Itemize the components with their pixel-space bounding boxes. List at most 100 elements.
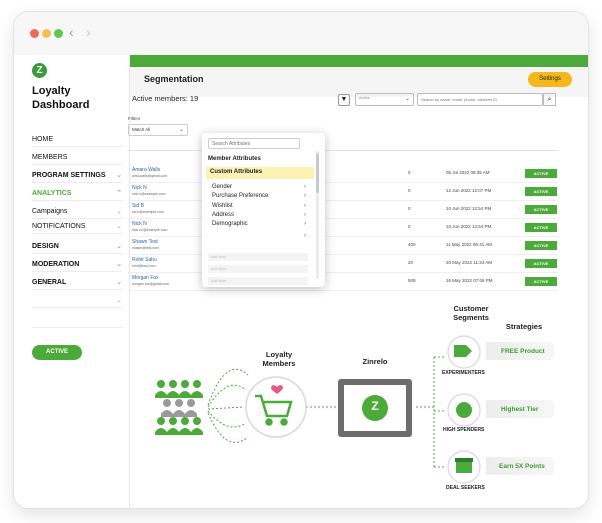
sidebar-item-more[interactable]: ⌄ bbox=[32, 293, 122, 308]
faint-option[interactable]: Add More bbox=[208, 253, 308, 261]
table-row[interactable]: Rohit Sahu rohit@test.com 20 20 May 2022… bbox=[128, 255, 558, 273]
status-badge: ACTIVE bbox=[525, 259, 557, 268]
attribute-option-label: Gender bbox=[212, 184, 233, 190]
chevron-down-icon: ⌄ bbox=[116, 172, 122, 179]
member-points: 0 bbox=[408, 188, 411, 193]
title-bar: ‹ › bbox=[14, 12, 588, 55]
faint-option[interactable]: Add More bbox=[208, 265, 308, 273]
sidebar-item-campaigns[interactable]: Campaigns ⌄ bbox=[32, 204, 122, 219]
member-date: 10 Jun 2022 12:54 PM bbox=[446, 224, 492, 229]
member-points: 20 bbox=[408, 260, 414, 265]
active-members-count: Active members: 19 bbox=[132, 94, 199, 103]
zinrelo-label: Zinrelo bbox=[362, 357, 388, 366]
faint-option[interactable]: Add More bbox=[208, 277, 308, 285]
attributes-dropdown: Member Attributes Custom Attributes Gend… bbox=[202, 133, 325, 287]
chevron-right-icon: › bbox=[304, 221, 306, 227]
attribute-option-label: Demographic bbox=[212, 221, 248, 227]
sidebar-item-program-settings[interactable]: PROGRAM SETTINGS ⌄ bbox=[32, 168, 122, 183]
member-points: 0 bbox=[408, 206, 411, 211]
member-search-input[interactable] bbox=[417, 93, 543, 106]
status-badge: ACTIVE bbox=[525, 277, 557, 286]
attribute-option-demographic[interactable]: Demographic › bbox=[212, 221, 306, 227]
sidebar-item-label: DESIGN bbox=[32, 243, 59, 250]
match-select-value: Match All bbox=[132, 127, 151, 132]
segmentation-diagram: Loyalty Members Zinrelo Z Customer Segme… bbox=[116, 295, 574, 496]
member-name[interactable]: Nick N bbox=[132, 221, 147, 227]
filter-icon[interactable]: ▼ bbox=[338, 94, 350, 106]
member-name[interactable]: Rohit Sahu bbox=[132, 257, 157, 263]
member-email: morgan.fox@gmail.com bbox=[132, 282, 170, 286]
sidebar-item-members[interactable]: MEMBERS bbox=[32, 150, 122, 165]
dollar-coin-icon bbox=[456, 402, 472, 418]
sidebar-item-analytics[interactable]: ANALYTICS ⌃ bbox=[32, 186, 122, 201]
settings-button[interactable]: Settings bbox=[528, 72, 572, 87]
member-email: shawn@test.com bbox=[132, 246, 159, 250]
maximize-window-button[interactable] bbox=[54, 29, 63, 38]
chevron-right-icon: › bbox=[304, 193, 306, 199]
sidebar-item-label: MODERATION bbox=[32, 261, 80, 268]
sidebar-divider bbox=[32, 327, 122, 328]
sidebar-item-label: GENERAL bbox=[32, 279, 67, 286]
sidebar-item-general[interactable]: GENERAL ⌄ bbox=[32, 275, 122, 290]
close-window-button[interactable] bbox=[30, 29, 39, 38]
member-name[interactable]: Nick N bbox=[132, 185, 147, 191]
match-select[interactable]: Match All ⌄ bbox=[128, 124, 188, 136]
page-title: Segmentation bbox=[144, 74, 204, 84]
table-header-divider bbox=[128, 150, 558, 151]
member-date: 16 May 2022 07:06 PM bbox=[446, 278, 493, 283]
custom-attributes-heading[interactable]: Custom Attributes bbox=[210, 169, 262, 175]
member-date: 11 May 2022 06:41 AM bbox=[446, 242, 492, 247]
sidebar: Z Loyalty Dashboard HOME MEMBERS PROGRAM… bbox=[14, 55, 130, 508]
minimize-window-button[interactable] bbox=[42, 29, 51, 38]
attribute-option-gender[interactable]: Gender › bbox=[212, 184, 306, 190]
member-date: 10 Jun 2022 12:54 PM bbox=[446, 206, 492, 211]
table-row[interactable]: Nick N nick.n@example.com 0 12 Jun 2022 … bbox=[128, 183, 558, 201]
sidebar-item-notifications[interactable]: NOTIFICATIONS ⌄ bbox=[32, 219, 122, 234]
attribute-option-purchase-preference[interactable]: Purchase Preference › bbox=[212, 193, 306, 199]
table-row[interactable]: Shawn Test shawn@test.com 400 11 May 202… bbox=[128, 237, 558, 255]
member-email: nick.n2@example.com bbox=[132, 228, 168, 232]
table-row[interactable]: Amara Walls ama.walls@gmail.com 0 05 Jul… bbox=[128, 165, 558, 183]
table-row[interactable]: Nick N nick.n2@example.com 0 10 Jun 2022… bbox=[128, 219, 558, 237]
member-name[interactable]: Morgan Fox bbox=[132, 275, 159, 281]
attribute-search-input[interactable] bbox=[208, 138, 300, 149]
chevron-down-icon: ⌄ bbox=[404, 96, 410, 102]
member-name[interactable]: Sid B bbox=[132, 203, 144, 209]
chevron-down-icon: ⌄ bbox=[116, 208, 122, 215]
segment-label-experimenters: EXPERIMENTERS bbox=[442, 370, 485, 376]
attribute-option-wishlist[interactable]: Wishlist › bbox=[212, 203, 306, 209]
strategies-label: Strategies bbox=[505, 322, 543, 331]
zinrelo-z-letter: Z bbox=[371, 399, 379, 413]
status-badge: ACTIVE bbox=[525, 223, 557, 232]
chevron-right-icon: › bbox=[304, 203, 306, 209]
dropdown-scrollbar-thumb[interactable] bbox=[316, 153, 319, 193]
strategy-earn-5x-points: Earn 5X Points bbox=[499, 463, 545, 470]
member-name[interactable]: Shawn Test bbox=[132, 239, 158, 245]
sidebar-item-moderation[interactable]: MODERATION ⌄ bbox=[32, 257, 122, 272]
strategy-highest-tier: Highest Tier bbox=[501, 406, 539, 413]
member-date: 05 Jul 2022 08:35 AM bbox=[446, 170, 490, 175]
search-icon[interactable]: ⌕ bbox=[543, 93, 556, 106]
table-row[interactable]: Morgan Fox morgan.fox@gmail.com 509 16 M… bbox=[128, 273, 558, 291]
filters-label: Filters bbox=[128, 116, 141, 121]
status-active-button[interactable]: ACTIVE bbox=[32, 345, 82, 360]
member-email: sid.b@example.com bbox=[132, 210, 164, 214]
attribute-option-label: Address bbox=[212, 212, 235, 218]
member-name[interactable]: Amara Walls bbox=[132, 167, 160, 173]
sidebar-item-label: ANALYTICS bbox=[32, 190, 72, 197]
members-crowd-icon bbox=[155, 380, 203, 435]
status-select[interactable]: Active ⌄ bbox=[355, 93, 414, 106]
attribute-option-address[interactable]: Address › bbox=[212, 212, 306, 218]
attribute-option-label: Wishlist bbox=[212, 203, 233, 209]
back-arrow-icon[interactable]: ‹ bbox=[69, 24, 74, 40]
sidebar-item-home[interactable]: HOME bbox=[32, 132, 122, 147]
status-badge: ACTIVE bbox=[525, 187, 557, 196]
gift-lid bbox=[455, 458, 473, 462]
member-points: 509 bbox=[408, 278, 416, 283]
member-attributes-heading[interactable]: Member Attributes bbox=[208, 156, 261, 162]
forward-arrow-icon[interactable]: › bbox=[86, 24, 91, 40]
sidebar-item-design[interactable]: DESIGN ⌄ bbox=[32, 239, 122, 254]
member-email: ama.walls@gmail.com bbox=[132, 174, 168, 178]
table-row[interactable]: Sid B sid.b@example.com 0 10 Jun 2022 12… bbox=[128, 201, 558, 219]
chevron-right-icon: › bbox=[304, 233, 306, 239]
